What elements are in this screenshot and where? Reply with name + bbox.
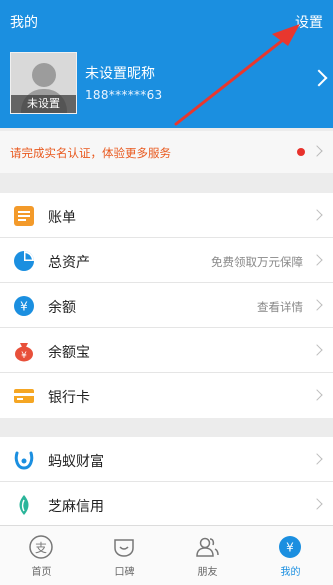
tab-label: 我的 (280, 567, 301, 578)
menu-item-assets[interactable]: 总资产 免费领取万元保障 (0, 238, 333, 283)
menu-extra: 查看详情 (257, 300, 303, 314)
alipay-home-icon: 支 (29, 535, 53, 559)
menu-label: 芝麻信用 (48, 499, 104, 515)
menu-label: 余额宝 (48, 345, 90, 361)
menu-label: 账单 (48, 210, 76, 226)
menu-item-sesame-credit[interactable]: 芝麻信用 (0, 482, 333, 527)
tab-home[interactable]: 支 首页 (0, 526, 83, 585)
notice-chevron-icon (311, 145, 323, 157)
tab-label: 朋友 (197, 567, 218, 578)
menu-extra: 免费领取万元保障 (211, 255, 303, 269)
tab-label: 口碑 (114, 567, 135, 578)
ant-fortune-icon (14, 451, 34, 470)
services-menu-group: 蚂蚁财富 芝麻信用 (0, 437, 333, 527)
chevron-right-icon (311, 344, 323, 356)
avatar[interactable]: 未设置 (10, 52, 77, 114)
friends-icon (196, 537, 219, 557)
mine-yuan-icon: ¥ (279, 536, 301, 558)
real-name-notice[interactable]: 请完成实名认证，体验更多服务 (0, 131, 333, 173)
avatar-tag: 未设置 (11, 95, 76, 113)
menu-item-bill[interactable]: 账单 (0, 193, 333, 238)
notice-text: 请完成实名认证，体验更多服务 (10, 146, 171, 160)
chevron-right-icon (311, 299, 323, 311)
menu-item-ant-fortune[interactable]: 蚂蚁财富 (0, 437, 333, 482)
yuan-coin-icon: ¥ (14, 296, 34, 316)
menu-item-bank-card[interactable]: 银行卡 (0, 373, 333, 418)
menu-label: 总资产 (48, 255, 90, 271)
tab-mine[interactable]: ¥ 我的 (249, 526, 332, 585)
avatar-head-icon (32, 63, 56, 87)
bank-card-icon (14, 389, 34, 403)
bill-icon (14, 206, 34, 226)
chevron-right-icon (311, 209, 323, 221)
chevron-right-icon (311, 389, 323, 401)
chevron-right-icon (311, 254, 323, 266)
money-bag-icon: ¥ (15, 343, 33, 362)
chevron-right-icon (311, 498, 323, 510)
red-dot-badge (297, 148, 305, 156)
menu-label: 蚂蚁财富 (48, 454, 104, 470)
profile-header: 我的 设置 未设置 未设置昵称 188******63 (0, 0, 333, 128)
bottom-tab-bar: 支 首页 口碑 朋友 ¥ 我的 (0, 525, 333, 585)
chevron-right-icon (311, 453, 323, 465)
settings-button[interactable]: 设置 (295, 12, 323, 32)
menu-label: 银行卡 (48, 390, 90, 406)
tab-koubei[interactable]: 口碑 (83, 526, 166, 585)
menu-label: 余额 (48, 300, 76, 316)
menu-item-balance[interactable]: ¥ 余额 查看详情 (0, 283, 333, 328)
tab-label: 首页 (31, 567, 52, 578)
page-title: 我的 (10, 15, 38, 31)
profile-chevron-icon[interactable] (310, 69, 328, 87)
svg-text:¥: ¥ (21, 351, 27, 361)
svg-text:¥: ¥ (286, 541, 294, 555)
phone-number: 188******63 (85, 88, 163, 102)
koubei-icon (114, 539, 134, 557)
finance-menu-group: 账单 总资产 免费领取万元保障 ¥ 余额 查看详情 ¥ 余额宝 银行卡 (0, 193, 333, 418)
nickname[interactable]: 未设置昵称 (85, 63, 155, 83)
svg-text:¥: ¥ (20, 300, 28, 314)
pie-chart-icon (14, 251, 34, 271)
menu-item-yuebao[interactable]: ¥ 余额宝 (0, 328, 333, 373)
tab-friends[interactable]: 朋友 (166, 526, 249, 585)
svg-text:支: 支 (35, 541, 47, 555)
sesame-credit-icon (19, 495, 29, 515)
